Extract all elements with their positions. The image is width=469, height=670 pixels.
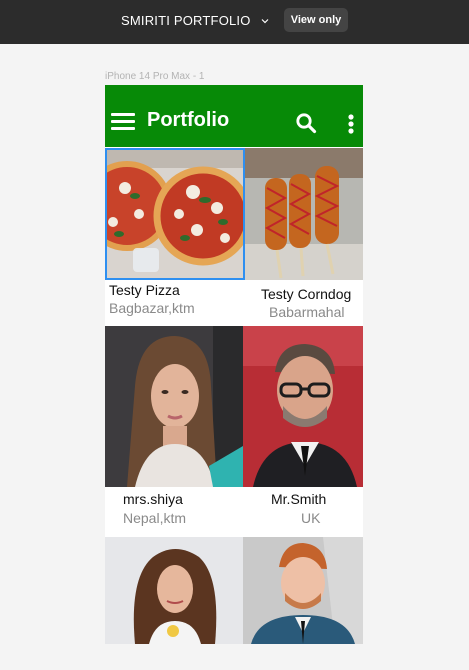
man-portrait-photo <box>243 326 363 487</box>
file-title: SMIRITI PORTFOLIO <box>121 13 251 28</box>
viewer-toolbar: SMIRITI PORTFOLIO View only <box>0 0 469 44</box>
app-bar: Portfolio <box>105 85 363 147</box>
grid-item-mr-smith[interactable]: Mr.Smith UK <box>243 326 363 536</box>
file-title-menu[interactable]: SMIRITI PORTFOLIO <box>121 13 269 28</box>
grid-item-pizza[interactable]: Testy Pizza Bagbazar,ktm <box>105 148 245 324</box>
item-name: mrs.shiya <box>123 491 183 507</box>
item-location: Bagbazar,ktm <box>109 300 195 316</box>
corndog-photo <box>245 148 363 280</box>
grid-item-red-hair-man[interactable] <box>243 537 363 644</box>
woman-portrait-photo <box>105 326 243 487</box>
phone-frame: Portfolio Testy Pizza Bagbazar,ktm Testy… <box>105 85 363 644</box>
red-hair-man-photo <box>243 537 363 644</box>
curly-hair-woman-photo <box>105 537 243 644</box>
search-icon[interactable] <box>295 112 317 134</box>
grid-item-curly-hair-woman[interactable] <box>105 537 243 644</box>
view-only-badge[interactable]: View only <box>284 8 348 32</box>
grid-item-corndog[interactable]: Testy Corndog Babarmahal <box>245 148 363 324</box>
item-name: Mr.Smith <box>271 491 327 507</box>
item-name: Testy Corndog <box>261 286 352 302</box>
chevron-down-icon <box>261 18 268 23</box>
item-location: Nepal,ktm <box>123 510 187 526</box>
app-title: Portfolio <box>147 109 230 131</box>
menu-icon[interactable] <box>111 113 135 131</box>
item-location: UK <box>301 510 321 526</box>
item-name: Testy Pizza <box>109 282 180 298</box>
more-vert-icon[interactable] <box>347 114 355 134</box>
frame-label: iPhone 14 Pro Max - 1 <box>105 71 205 82</box>
item-location: Babarmahal <box>269 304 345 320</box>
grid-item-mrs-shiya[interactable]: mrs.shiya Nepal,ktm <box>105 326 243 536</box>
pizza-photo <box>105 148 245 280</box>
